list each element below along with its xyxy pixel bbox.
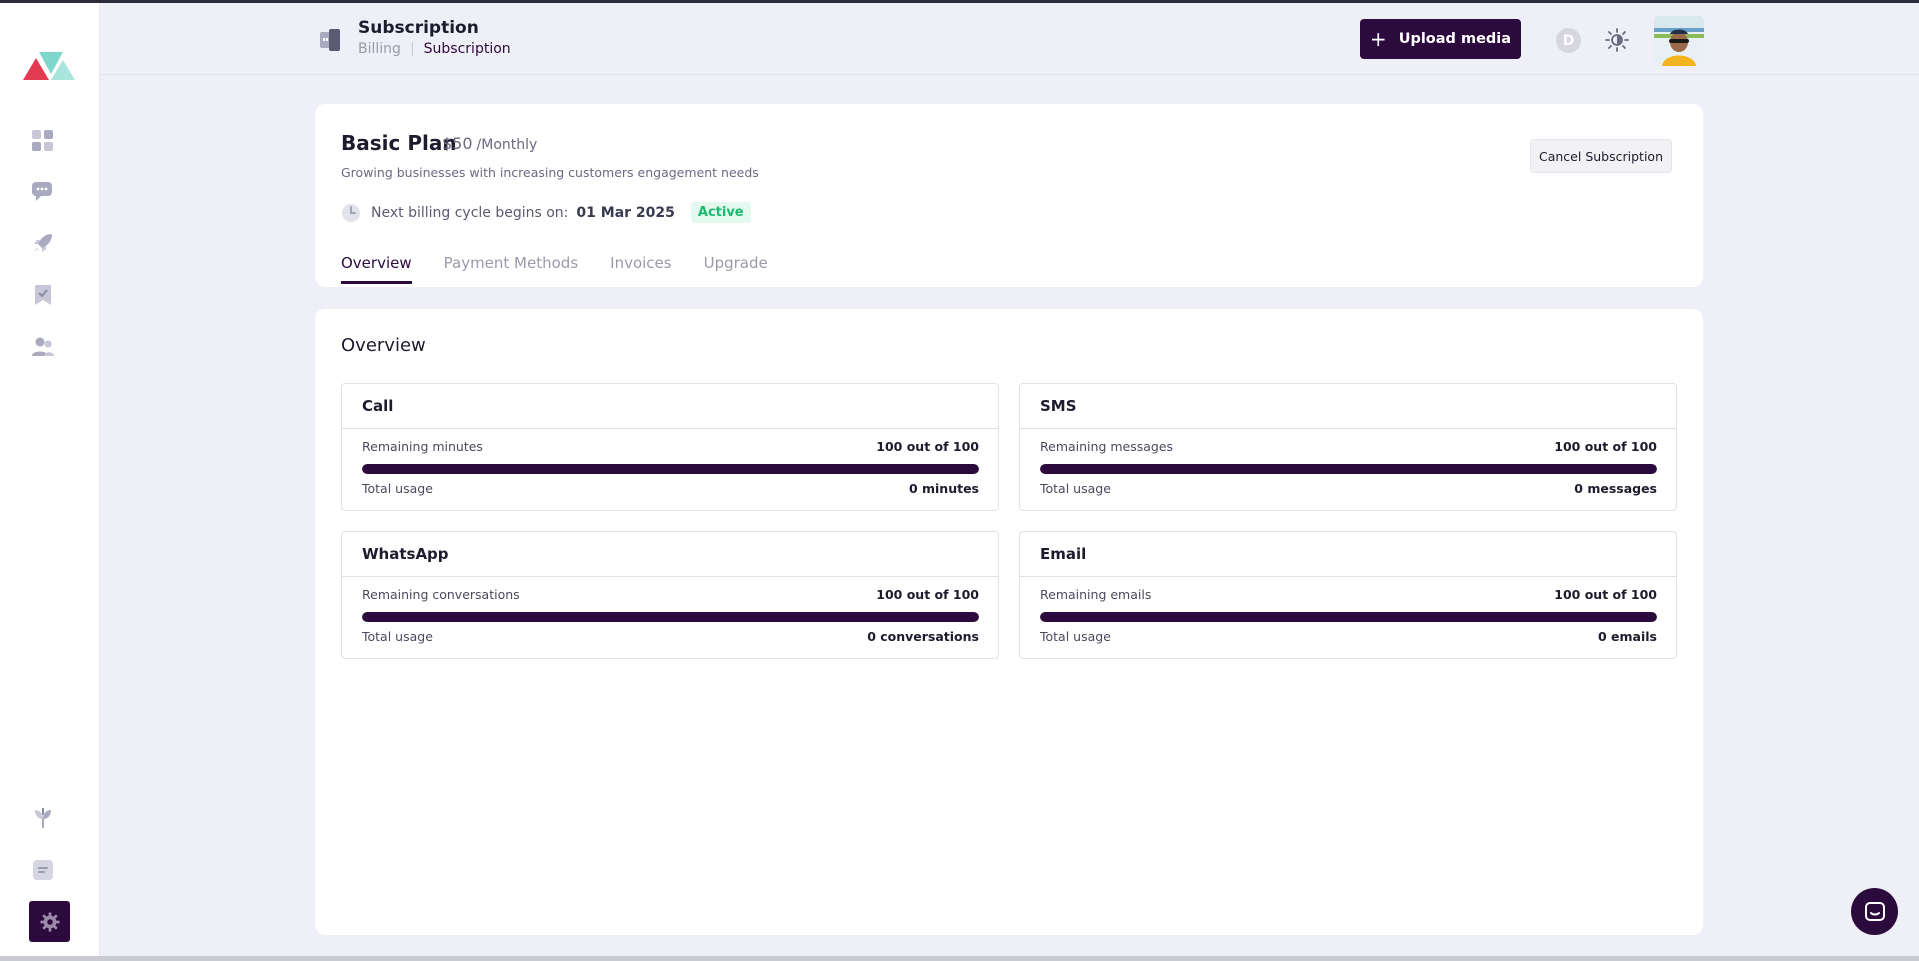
remaining-row: Remaining messages 100 out of 100 — [1040, 439, 1657, 454]
usage-progress-fill — [1040, 464, 1657, 474]
total-usage-row: Total usage 0 emails — [1040, 629, 1657, 644]
remaining-row: Remaining emails 100 out of 100 — [1040, 587, 1657, 602]
remaining-label: Remaining conversations — [362, 587, 520, 602]
dashboard-icon — [32, 130, 53, 151]
top-header: Subscription Billing | Subscription + Up… — [101, 3, 1919, 75]
sidebar-item-settings[interactable] — [29, 901, 70, 942]
clock-icon — [342, 203, 360, 222]
total-usage-label: Total usage — [362, 629, 433, 644]
sidebar-item-dashboard[interactable] — [28, 126, 58, 156]
sidebar-item-integrations[interactable] — [28, 803, 58, 833]
sidebar-item-contacts[interactable] — [28, 332, 58, 362]
notes-icon — [33, 860, 53, 880]
total-usage-value: 0 emails — [1598, 629, 1657, 644]
plan-price: $50 — [442, 134, 473, 153]
brand-logo[interactable] — [23, 48, 75, 80]
chat-icon — [32, 182, 52, 201]
plan-name: Basic Plan — [341, 131, 457, 155]
plan-description: Growing businesses with increasing custo… — [341, 165, 759, 180]
usage-progress-bar — [362, 612, 979, 622]
bookmark-icon — [35, 285, 51, 305]
plan-period: /Monthly — [476, 137, 538, 153]
window-bottom-border — [0, 956, 1919, 961]
plant-icon — [35, 808, 51, 828]
sun-icon[interactable] — [1604, 27, 1630, 53]
tab-overview[interactable]: Overview — [341, 254, 412, 284]
sidebar-item-conversations[interactable] — [28, 176, 58, 206]
sidebar-item-notes[interactable] — [28, 855, 58, 885]
plan-card: Basic Plan $50/Monthly Growing businesse… — [315, 104, 1703, 287]
breadcrumb-subscription[interactable]: Subscription — [424, 41, 511, 57]
total-usage-value: 0 conversations — [867, 629, 979, 644]
sidebar-item-saved[interactable] — [28, 280, 58, 310]
upload-media-label: Upload media — [1398, 31, 1512, 47]
remaining-row: Remaining conversations 100 out of 100 — [362, 587, 979, 602]
usage-progress-bar — [362, 464, 979, 474]
remaining-value: 100 out of 100 — [876, 587, 979, 602]
total-usage-value: 0 messages — [1574, 481, 1657, 496]
overview-title: Overview — [341, 335, 426, 356]
tab-invoices[interactable]: Invoices — [610, 254, 671, 284]
workspace-avatar[interactable]: D — [1556, 28, 1581, 53]
usage-progress-fill — [1040, 612, 1657, 622]
total-usage-label: Total usage — [1040, 481, 1111, 496]
total-usage-row: Total usage 0 messages — [1040, 481, 1657, 496]
usage-card-title: Email — [1020, 532, 1676, 577]
remaining-label: Remaining minutes — [362, 439, 483, 454]
remaining-row: Remaining minutes 100 out of 100 — [362, 439, 979, 454]
usage-card-title: Call — [342, 384, 998, 429]
remaining-value: 100 out of 100 — [876, 439, 979, 454]
usage-card-title: WhatsApp — [342, 532, 998, 577]
status-badge: Active — [690, 202, 751, 223]
support-chat-button[interactable] — [1851, 888, 1898, 935]
billing-cycle-label: Next billing cycle begins on: — [371, 204, 569, 221]
user-avatar[interactable] — [1654, 16, 1704, 66]
sidebar-item-campaigns[interactable] — [28, 228, 58, 258]
sidebar — [0, 3, 100, 956]
billing-cycle-row: Next billing cycle begins on: 01 Mar 202… — [341, 202, 751, 223]
upload-media-button[interactable]: + Upload media — [1360, 19, 1521, 59]
usage-card-sms: SMS Remaining messages 100 out of 100 To… — [1019, 383, 1677, 511]
breadcrumb: Billing | Subscription — [358, 41, 511, 57]
usage-card-whatsapp: WhatsApp Remaining conversations 100 out… — [341, 531, 999, 659]
billing-cycle-date: 01 Mar 2025 — [576, 204, 675, 221]
usage-progress-bar — [1040, 464, 1657, 474]
total-usage-label: Total usage — [1040, 629, 1111, 644]
rocket-icon — [34, 234, 52, 252]
usage-progress-fill — [362, 612, 979, 622]
contacts-icon — [32, 337, 54, 356]
settings-icon — [39, 911, 60, 932]
usage-progress-bar — [1040, 612, 1657, 622]
total-usage-label: Total usage — [362, 481, 433, 496]
chat-bubble-icon — [1864, 901, 1885, 921]
breadcrumb-billing[interactable]: Billing — [358, 41, 401, 57]
usage-card-email: Email Remaining emails 100 out of 100 To… — [1019, 531, 1677, 659]
tab-payment-methods[interactable]: Payment Methods — [444, 254, 579, 284]
cancel-subscription-button[interactable]: Cancel Subscription — [1530, 139, 1672, 173]
breadcrumb-separator: | — [409, 41, 415, 57]
remaining-label: Remaining messages — [1040, 439, 1174, 454]
usage-card-title: SMS — [1020, 384, 1676, 429]
total-usage-row: Total usage 0 conversations — [362, 629, 979, 644]
remaining-label: Remaining emails — [1040, 587, 1152, 602]
overview-panel: Overview Call Remaining minutes 100 out … — [315, 309, 1703, 935]
total-usage-value: 0 minutes — [908, 481, 979, 496]
tab-upgrade[interactable]: Upgrade — [704, 254, 768, 284]
plus-icon: + — [1369, 27, 1387, 51]
usage-card-call: Call Remaining minutes 100 out of 100 To… — [341, 383, 999, 511]
total-usage-row: Total usage 0 minutes — [362, 481, 979, 496]
subscription-tabs: Overview Payment Methods Invoices Upgrad… — [341, 254, 768, 284]
plan-price-wrap: $50/Monthly — [442, 134, 537, 153]
page-title: Subscription — [358, 18, 479, 38]
remaining-value: 100 out of 100 — [1554, 439, 1657, 454]
billing-icon — [320, 29, 340, 51]
usage-progress-fill — [362, 464, 979, 474]
remaining-value: 100 out of 100 — [1554, 587, 1657, 602]
